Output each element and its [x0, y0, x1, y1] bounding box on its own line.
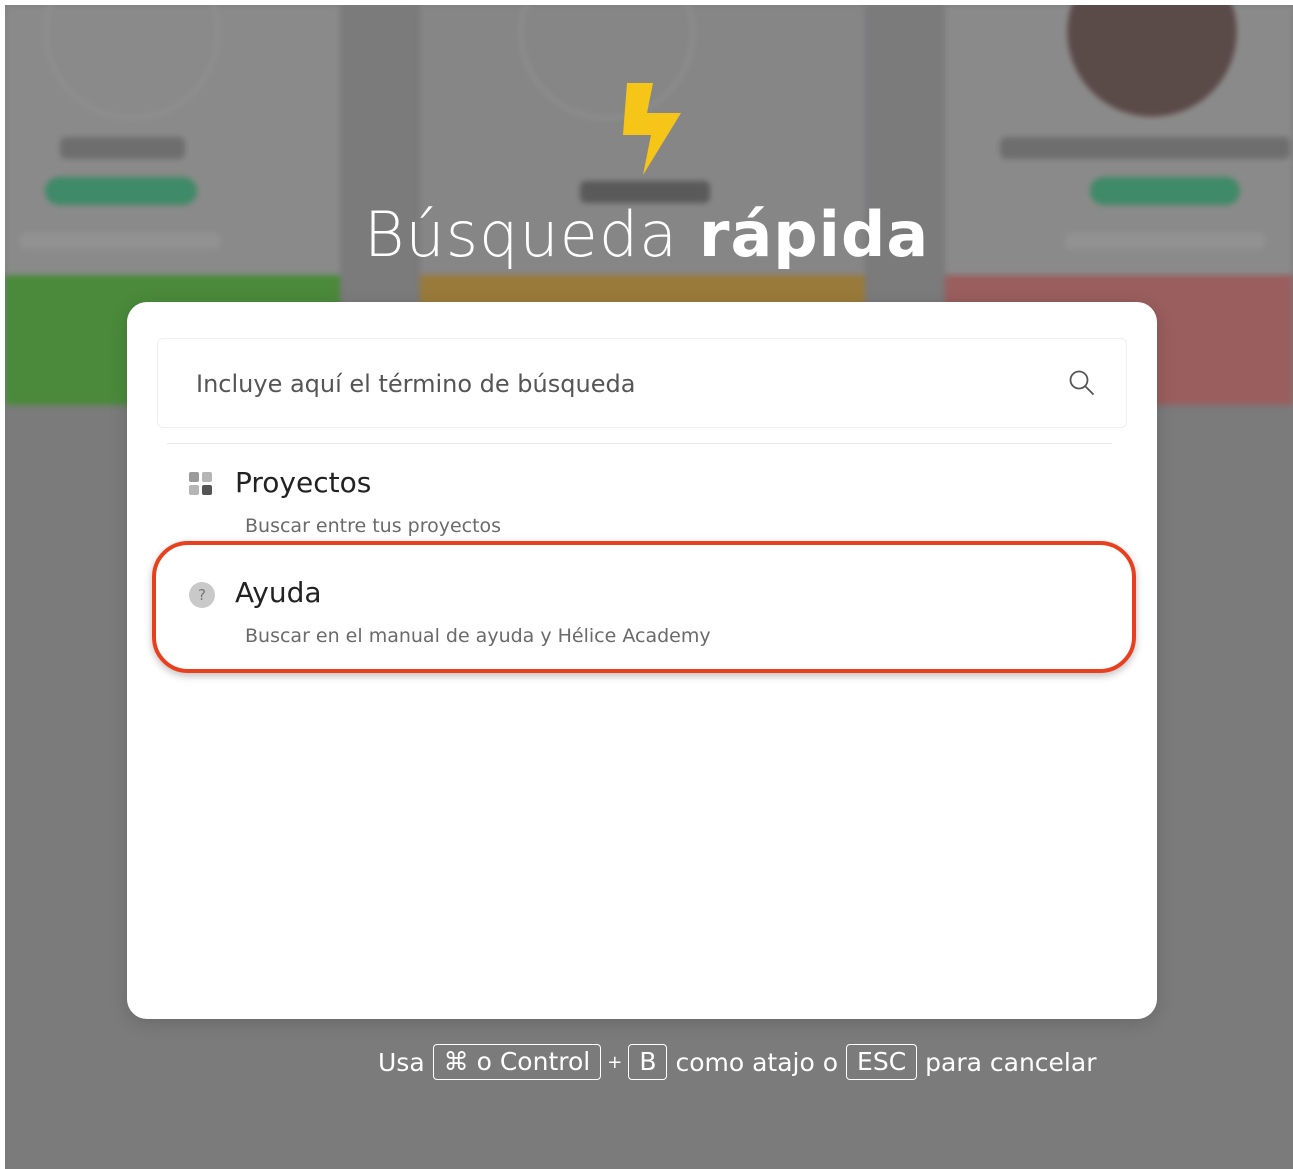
search-icon[interactable]: [1068, 369, 1096, 402]
modifier-key: ⌘ o Control: [432, 1044, 602, 1080]
search-input[interactable]: [194, 365, 1038, 403]
search-box: [157, 338, 1127, 428]
title-bold: rápida: [698, 198, 930, 271]
highlight-annotation: [152, 541, 1136, 673]
page-title: Búsqueda rápida: [0, 198, 1293, 271]
grid-icon: [187, 470, 215, 503]
hero: [0, 75, 1293, 175]
hint-prefix: Usa: [378, 1047, 425, 1077]
result-item-proyectos[interactable]: Proyectos Buscar entre tus proyectos: [167, 462, 1107, 542]
escape-key: ESC: [846, 1044, 918, 1080]
letter-key: B: [628, 1044, 668, 1080]
lightning-bolt-icon: [622, 83, 681, 175]
result-item-label: Proyectos: [235, 466, 372, 499]
hint-plus: +: [607, 1051, 623, 1073]
result-item-description: Buscar entre tus proyectos: [245, 515, 502, 537]
hint-suffix: para cancelar: [925, 1047, 1097, 1077]
divider: [167, 443, 1112, 444]
hint-middle: como atajo o: [675, 1047, 839, 1077]
title-regular: Búsqueda: [363, 198, 679, 271]
shortcut-hint: Usa ⌘ o Control + B como atajo o ESC par…: [378, 1040, 1096, 1084]
